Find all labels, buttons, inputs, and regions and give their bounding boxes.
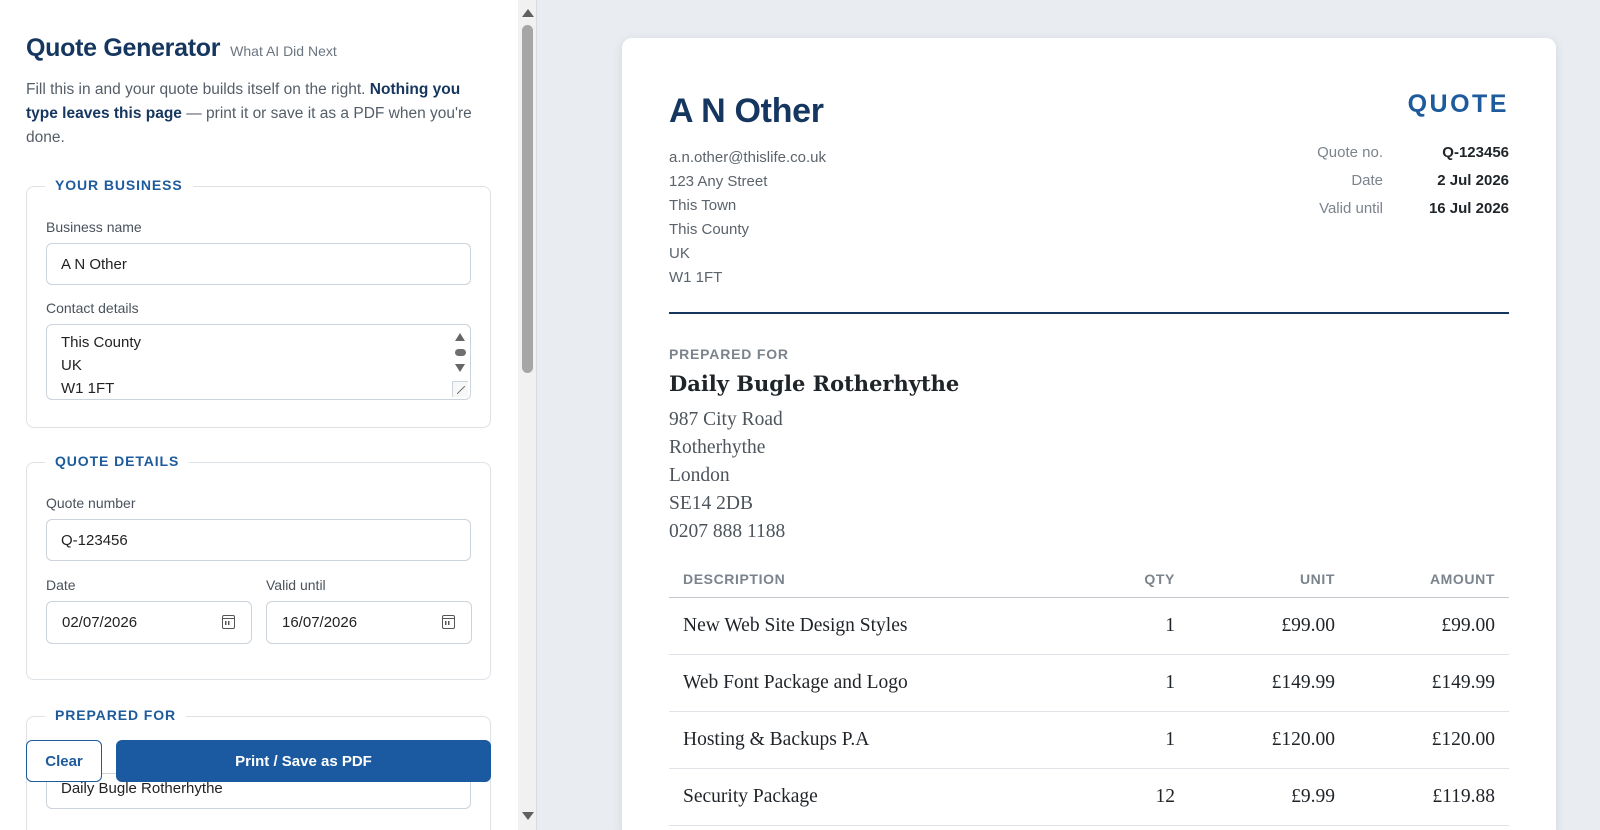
intro-text: Fill this in and your quote builds itsel… xyxy=(26,78,486,150)
row-unit: £149.99 xyxy=(1271,672,1335,693)
meta-value: Q-123456 xyxy=(1442,143,1509,161)
scroll-down-icon[interactable] xyxy=(455,364,465,372)
meta-row: Date 2 Jul 2026 xyxy=(1263,166,1509,194)
quote-details-legend: QUOTE DETAILS xyxy=(45,453,190,469)
contact-details-text: This County UK W1 1FT xyxy=(61,331,142,399)
client-line: 987 City Road xyxy=(669,409,783,430)
business-contact: a.n.other@thislife.co.uk 123 Any Street … xyxy=(669,146,826,290)
valid-until-input[interactable]: 16/07/2026 xyxy=(266,601,472,644)
row-qty: 12 xyxy=(1155,786,1176,807)
clear-button[interactable]: Clear xyxy=(26,740,102,782)
panel-scrollbar[interactable] xyxy=(518,0,536,830)
print-save-pdf-button[interactable]: Print / Save as PDF xyxy=(116,740,491,782)
table-row: New Web Site Design Styles 1 £99.00 £99.… xyxy=(669,598,1509,655)
resize-grip-icon[interactable] xyxy=(452,381,468,397)
meta-row: Valid until 16 Jul 2026 xyxy=(1263,194,1509,222)
contact-line: This Town xyxy=(669,197,737,214)
row-description: Hosting & Backups P.A xyxy=(683,729,870,750)
row-amount: £149.99 xyxy=(1431,672,1495,693)
row-qty: 1 xyxy=(1165,672,1175,693)
app-header: Quote Generator What AI Did Next xyxy=(26,34,337,63)
scroll-up-icon[interactable] xyxy=(455,333,465,341)
calendar-icon[interactable] xyxy=(222,615,235,629)
row-amount: £119.88 xyxy=(1432,786,1495,807)
form-panel: Quote Generator What AI Did Next Fill th… xyxy=(0,0,537,830)
meta-value: 2 Jul 2026 xyxy=(1437,171,1509,189)
row-description: Web Font Package and Logo xyxy=(683,672,908,693)
col-qty: QTY xyxy=(1144,570,1175,587)
client-address: 987 City Road Rotherhythe London SE14 2D… xyxy=(669,406,785,546)
app-title: Quote Generator xyxy=(26,34,221,62)
row-description: Security Package xyxy=(683,786,818,807)
valid-until-label: Valid until xyxy=(266,577,326,593)
quote-number-input[interactable]: Q-123456 xyxy=(46,519,471,561)
table-row: Security Package 12 £9.99 £119.88 xyxy=(669,769,1509,826)
table-header: DESCRIPTION QTY UNIT AMOUNT xyxy=(669,560,1509,598)
contact-line: UK xyxy=(61,357,82,374)
date-label: Date xyxy=(46,577,76,593)
intro-plain: Fill this in and your quote builds itsel… xyxy=(26,81,370,98)
scroll-down-icon[interactable] xyxy=(522,812,534,820)
prepared-for-legend: PREPARED FOR xyxy=(45,707,186,723)
contact-line: W1 1FT xyxy=(61,380,115,397)
business-fieldset: YOUR BUSINESS Business name A N Other Co… xyxy=(26,177,491,428)
quote-preview: A N Other a.n.other@thislife.co.uk 123 A… xyxy=(622,38,1556,830)
row-amount: £99.00 xyxy=(1441,615,1495,636)
table-row: Hosting & Backups P.A 1 £120.00 £120.00 xyxy=(669,712,1509,769)
meta-label: Valid until xyxy=(1319,199,1383,217)
meta-label: Date xyxy=(1351,171,1383,189)
date-input[interactable]: 02/07/2026 xyxy=(46,601,252,644)
row-amount: £120.00 xyxy=(1431,729,1495,750)
date-value: 02/07/2026 xyxy=(62,614,138,631)
meta-label: Quote no. xyxy=(1317,143,1383,161)
scroll-thumb[interactable] xyxy=(455,349,466,356)
business-name-label: Business name xyxy=(46,219,142,235)
business-name-input[interactable]: A N Other xyxy=(46,243,471,285)
quote-meta: Quote no. Q-123456 Date 2 Jul 2026 Valid… xyxy=(1263,138,1509,222)
contact-line: W1 1FT xyxy=(669,269,723,286)
scroll-thumb[interactable] xyxy=(522,25,533,373)
row-unit: £99.00 xyxy=(1281,615,1335,636)
col-description: DESCRIPTION xyxy=(683,570,786,587)
client-line: SE14 2DB xyxy=(669,493,753,514)
meta-row: Quote no. Q-123456 xyxy=(1263,138,1509,166)
contact-line: UK xyxy=(669,245,690,262)
business-legend: YOUR BUSINESS xyxy=(45,177,193,193)
row-unit: £9.99 xyxy=(1291,786,1335,807)
contact-line: This County xyxy=(669,221,750,238)
row-qty: 1 xyxy=(1165,615,1175,636)
quote-heading: QUOTE xyxy=(1407,90,1509,118)
header-divider xyxy=(669,312,1509,314)
meta-value: 16 Jul 2026 xyxy=(1428,199,1509,217)
table-row: Web Font Package and Logo 1 £149.99 £149… xyxy=(669,655,1509,712)
app-subtitle: What AI Did Next xyxy=(230,43,337,59)
prepared-for-label: PREPARED FOR xyxy=(669,346,789,362)
contact-line: 123 Any Street xyxy=(669,173,768,190)
quote-number-label: Quote number xyxy=(46,495,136,511)
row-description: New Web Site Design Styles xyxy=(683,615,908,636)
client-line: London xyxy=(669,465,730,486)
valid-until-value: 16/07/2026 xyxy=(282,614,358,631)
quote-details-fieldset: QUOTE DETAILS Quote number Q-123456 Date… xyxy=(26,453,491,680)
contact-line: This County xyxy=(61,334,142,351)
business-name: A N Other xyxy=(669,92,824,130)
line-items-table: DESCRIPTION QTY UNIT AMOUNT New Web Site… xyxy=(669,560,1509,826)
contact-details-label: Contact details xyxy=(46,300,139,316)
col-amount: AMOUNT xyxy=(1429,570,1495,587)
scroll-up-icon[interactable] xyxy=(522,9,534,17)
contact-details-textarea[interactable]: This County UK W1 1FT xyxy=(46,324,471,400)
client-name: Daily Bugle Rotherhythe xyxy=(669,371,960,396)
row-unit: £120.00 xyxy=(1271,729,1335,750)
contact-email: a.n.other@thislife.co.uk xyxy=(669,149,826,166)
client-line: Rotherhythe xyxy=(669,437,766,458)
client-phone: 0207 888 1188 xyxy=(669,521,786,542)
col-unit: UNIT xyxy=(1299,570,1335,587)
calendar-icon[interactable] xyxy=(442,615,455,629)
row-qty: 1 xyxy=(1165,729,1175,750)
